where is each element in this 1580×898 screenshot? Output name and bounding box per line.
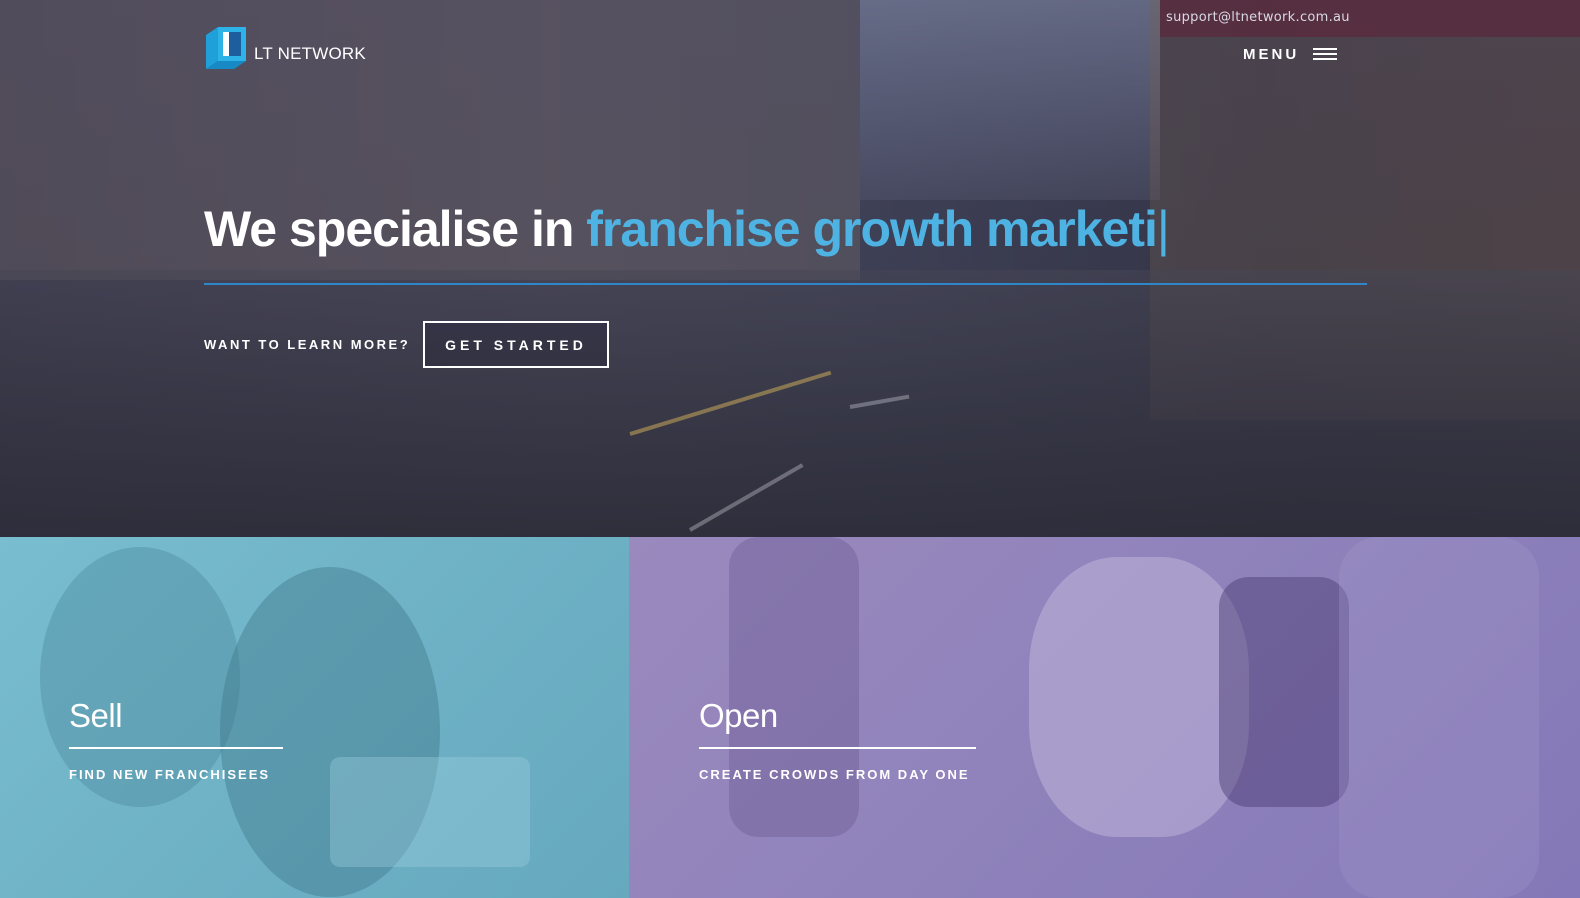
- panel-photo-shape: [1219, 577, 1349, 807]
- site-logo[interactable]: LT NETWORK: [206, 27, 366, 71]
- hero-headline: We specialise in franchise growth market…: [204, 200, 1170, 258]
- get-started-button[interactable]: GET STARTED: [423, 321, 609, 368]
- learn-more-text: WANT TO LEARN MORE?: [204, 337, 411, 352]
- menu-label: MENU: [1243, 46, 1300, 63]
- sell-divider: [69, 747, 283, 749]
- panel-photo-shape: [1339, 537, 1539, 898]
- panel-photo-shape: [1029, 557, 1249, 837]
- hero-sky: [860, 0, 1160, 200]
- open-panel[interactable]: Open CREATE CROWDS FROM DAY ONE: [629, 537, 1580, 898]
- typing-cursor: |: [1156, 201, 1170, 257]
- open-divider: [699, 747, 976, 749]
- headline-prefix: We specialise in: [204, 201, 587, 257]
- hero-divider: [204, 283, 1367, 285]
- logo-text: LT NETWORK: [254, 44, 366, 63]
- headline-accent: franchise growth marketi: [586, 201, 1158, 257]
- sell-title: Sell: [69, 697, 123, 734]
- sell-subtitle: FIND NEW FRANCHISEES: [69, 767, 271, 782]
- open-subtitle: CREATE CROWDS FROM DAY ONE: [699, 767, 970, 782]
- hero-section: support@ltnetwork.com.au LT NETWORK MENU…: [0, 0, 1580, 537]
- panel-photo-shape: [729, 537, 859, 837]
- sell-panel[interactable]: Sell FIND NEW FRANCHISEES: [0, 537, 629, 898]
- hero-street: [0, 270, 1580, 537]
- panel-photo-shape: [330, 757, 530, 867]
- menu-button[interactable]: MENU: [1243, 46, 1338, 63]
- hamburger-icon: [1313, 48, 1338, 61]
- lt-logo-icon: [206, 27, 246, 69]
- open-title: Open: [699, 697, 778, 734]
- support-email-link[interactable]: support@ltnetwork.com.au: [1166, 10, 1350, 25]
